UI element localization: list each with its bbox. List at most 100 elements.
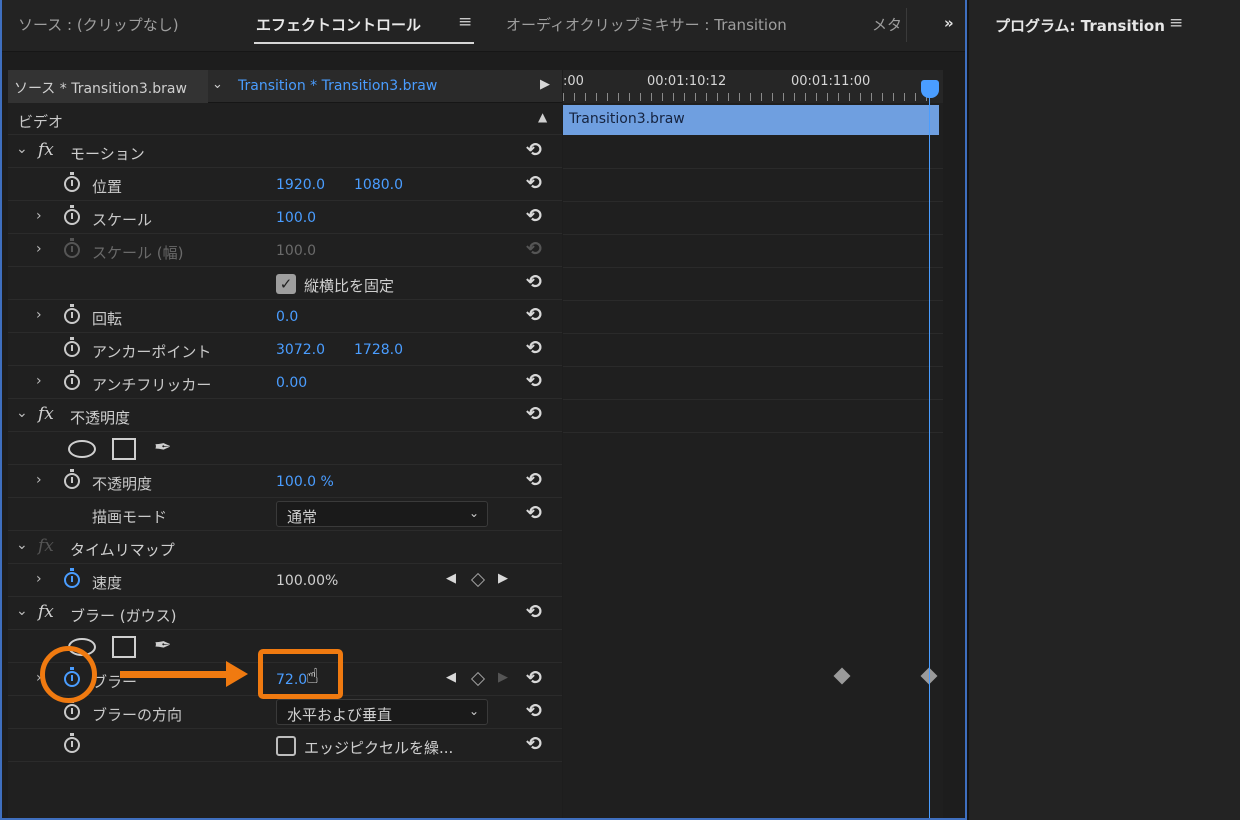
tab-audio-clip-mixer[interactable]: オーディオクリップミキサー : Transition [506,14,787,35]
timeline-row-divider [563,267,943,268]
scale-stopwatch-icon[interactable] [64,205,80,225]
anchor-stopwatch-icon[interactable] [64,337,80,357]
repeat-edge-stopwatch-icon[interactable] [64,733,80,753]
show-timeline-toggle-icon[interactable]: ▶ [540,77,550,92]
opacity-reset-icon[interactable]: ⟲ [526,403,542,425]
scale-width-reset-icon: ⟲ [526,238,542,260]
gaussian-blur-reset-icon[interactable]: ⟲ [526,601,542,623]
pen-mask-icon[interactable]: ✒ [154,633,172,657]
blur-dimension-stopwatch-icon[interactable] [64,700,80,720]
rotation-value[interactable]: 0.0 [276,309,298,325]
blur-fx-toggle-icon[interactable]: fx [38,602,54,622]
gaussian-blur-title: ブラー (ガウス) [70,607,177,625]
opacity-effect-row: ⌄ fx 不透明度 ⟲ [8,399,562,432]
timeline-row-divider [563,432,943,433]
timeline-row-divider [563,366,943,367]
source-clip-bar: ソース * Transition3.braw ⌄ Transition * Tr… [8,70,562,103]
blur-dimension-dropdown[interactable]: 水平および垂直 ⌄ [276,699,488,725]
opacity-fx-toggle-icon[interactable]: fx [38,404,54,424]
motion-effect-row: ⌄ fx モーション ⟲ [8,135,562,168]
speed-stopwatch-icon[interactable] [64,568,80,588]
position-x-value[interactable]: 1920.0 [276,177,325,193]
blur-dimension-row: ブラーの方向 水平および垂直 ⌄ ⟲ [8,696,562,729]
opacity-stopwatch-icon[interactable] [64,469,80,489]
blurriness-keyframe-1[interactable] [833,667,851,685]
playhead-handle[interactable] [921,80,939,98]
anchor-y-value[interactable]: 1728.0 [354,342,403,358]
hand-cursor-icon: ☝ [306,664,319,688]
video-header-label: ビデオ [18,113,64,131]
program-menu-icon[interactable]: ≡ [1169,13,1183,33]
antiflicker-stopwatch-icon[interactable] [64,370,80,390]
ellipse-mask-icon[interactable] [68,440,96,458]
tab-source[interactable]: ソース : (クリップなし) [18,14,179,35]
active-tab-indicator [254,42,474,44]
repeat-edge-row: エッジピクセルを繰... ⟲ [8,729,562,762]
previous-keyframe-icon[interactable]: ◀ [446,571,456,586]
rotation-expand-icon[interactable]: › [36,307,42,323]
speed-row: › 速度 100.00% ◀ ▶ [8,564,562,597]
anchor-x-value[interactable]: 3072.0 [276,342,325,358]
motion-reset-icon[interactable]: ⟲ [526,139,542,161]
uniform-scale-checkbox[interactable]: ✓ [276,274,296,294]
motion-expand-chevron-icon[interactable]: ⌄ [16,141,28,157]
anchor-reset-icon[interactable]: ⟲ [526,337,542,359]
time-remap-expand-chevron-icon[interactable]: ⌄ [16,537,28,553]
time-remap-title: タイムリマップ [70,541,175,559]
blur-dimension-reset-icon[interactable]: ⟲ [526,700,542,722]
antiflicker-expand-icon[interactable]: › [36,373,42,389]
scale-row: › スケール 100.0 ⟲ [8,201,562,234]
clip-dropdown-chevron-icon[interactable]: ⌄ [212,77,223,92]
opacity-expand-chevron-icon[interactable]: ⌄ [16,405,28,421]
rectangle-mask-icon[interactable] [112,438,136,460]
blur-expand-chevron-icon[interactable]: ⌄ [16,603,28,619]
time-ruler[interactable]: :00 00:01:10:12 00:01:11:00 [563,70,943,103]
timeline-clip[interactable]: Transition3.braw [563,105,939,135]
scale-value[interactable]: 100.0 [276,210,316,226]
tab-overflow-icon[interactable]: » [944,14,954,32]
repeat-edge-checkbox[interactable] [276,736,296,756]
speed-value[interactable]: 100.00% [276,573,338,589]
anchor-point-row: アンカーポイント 3072.0 1728.0 ⟲ [8,333,562,366]
blurriness-reset-icon[interactable]: ⟲ [526,667,542,689]
scale-expand-icon[interactable]: › [36,208,42,224]
master-clip-tab[interactable]: ソース * Transition3.braw [8,70,208,103]
antiflicker-reset-icon[interactable]: ⟲ [526,370,542,392]
uniform-scale-reset-icon[interactable]: ⟲ [526,271,542,293]
position-stopwatch-icon[interactable] [64,172,80,192]
position-y-value[interactable]: 1080.0 [354,177,403,193]
opacity-value-row: › 不透明度 100.0 % ⟲ [8,465,562,498]
blend-mode-reset-icon[interactable]: ⟲ [526,502,542,524]
opacity-value-reset-icon[interactable]: ⟲ [526,469,542,491]
ruler-ticks [563,93,933,101]
gaussian-blur-effect-row: ⌄ fx ブラー (ガウス) ⟲ [8,597,562,630]
sequence-clip-label[interactable]: Transition * Transition3.braw [238,78,437,94]
speed-expand-icon[interactable]: › [36,571,42,587]
scale-width-expand-icon[interactable]: › [36,241,42,257]
next-keyframe-icon[interactable]: ▶ [498,571,508,586]
panel-menu-icon[interactable]: ≡ [458,12,472,32]
next-keyframe-icon: ▶ [498,670,508,685]
opacity-value-expand-icon[interactable]: › [36,472,42,488]
scale-reset-icon[interactable]: ⟲ [526,205,542,227]
pen-mask-icon[interactable]: ✒ [154,435,172,459]
repeat-edge-reset-icon[interactable]: ⟲ [526,733,542,755]
scale-label: スケール [92,211,153,229]
rectangle-mask-icon[interactable] [112,636,136,658]
collapse-up-icon[interactable]: ▲ [538,110,547,124]
motion-fx-toggle-icon[interactable]: fx [38,140,54,160]
opacity-value[interactable]: 100.0 % [276,474,334,490]
antiflicker-value[interactable]: 0.00 [276,375,307,391]
previous-keyframe-icon[interactable]: ◀ [446,670,456,685]
tab-program-monitor[interactable]: プログラム: Transition [995,15,1165,36]
add-keyframe-icon[interactable] [470,572,486,588]
effect-controls-timeline: :00 00:01:10:12 00:01:11:00 Transition3.… [563,70,943,820]
add-keyframe-icon[interactable] [470,671,486,687]
blend-mode-dropdown[interactable]: 通常 ⌄ [276,501,488,527]
position-reset-icon[interactable]: ⟲ [526,172,542,194]
rotation-stopwatch-icon[interactable] [64,304,80,324]
blend-mode-row: 描画モード 通常 ⌄ ⟲ [8,498,562,531]
tab-effect-controls[interactable]: エフェクトコントロール [256,14,421,35]
tab-metadata[interactable]: メタ [872,14,902,35]
rotation-reset-icon[interactable]: ⟲ [526,304,542,326]
